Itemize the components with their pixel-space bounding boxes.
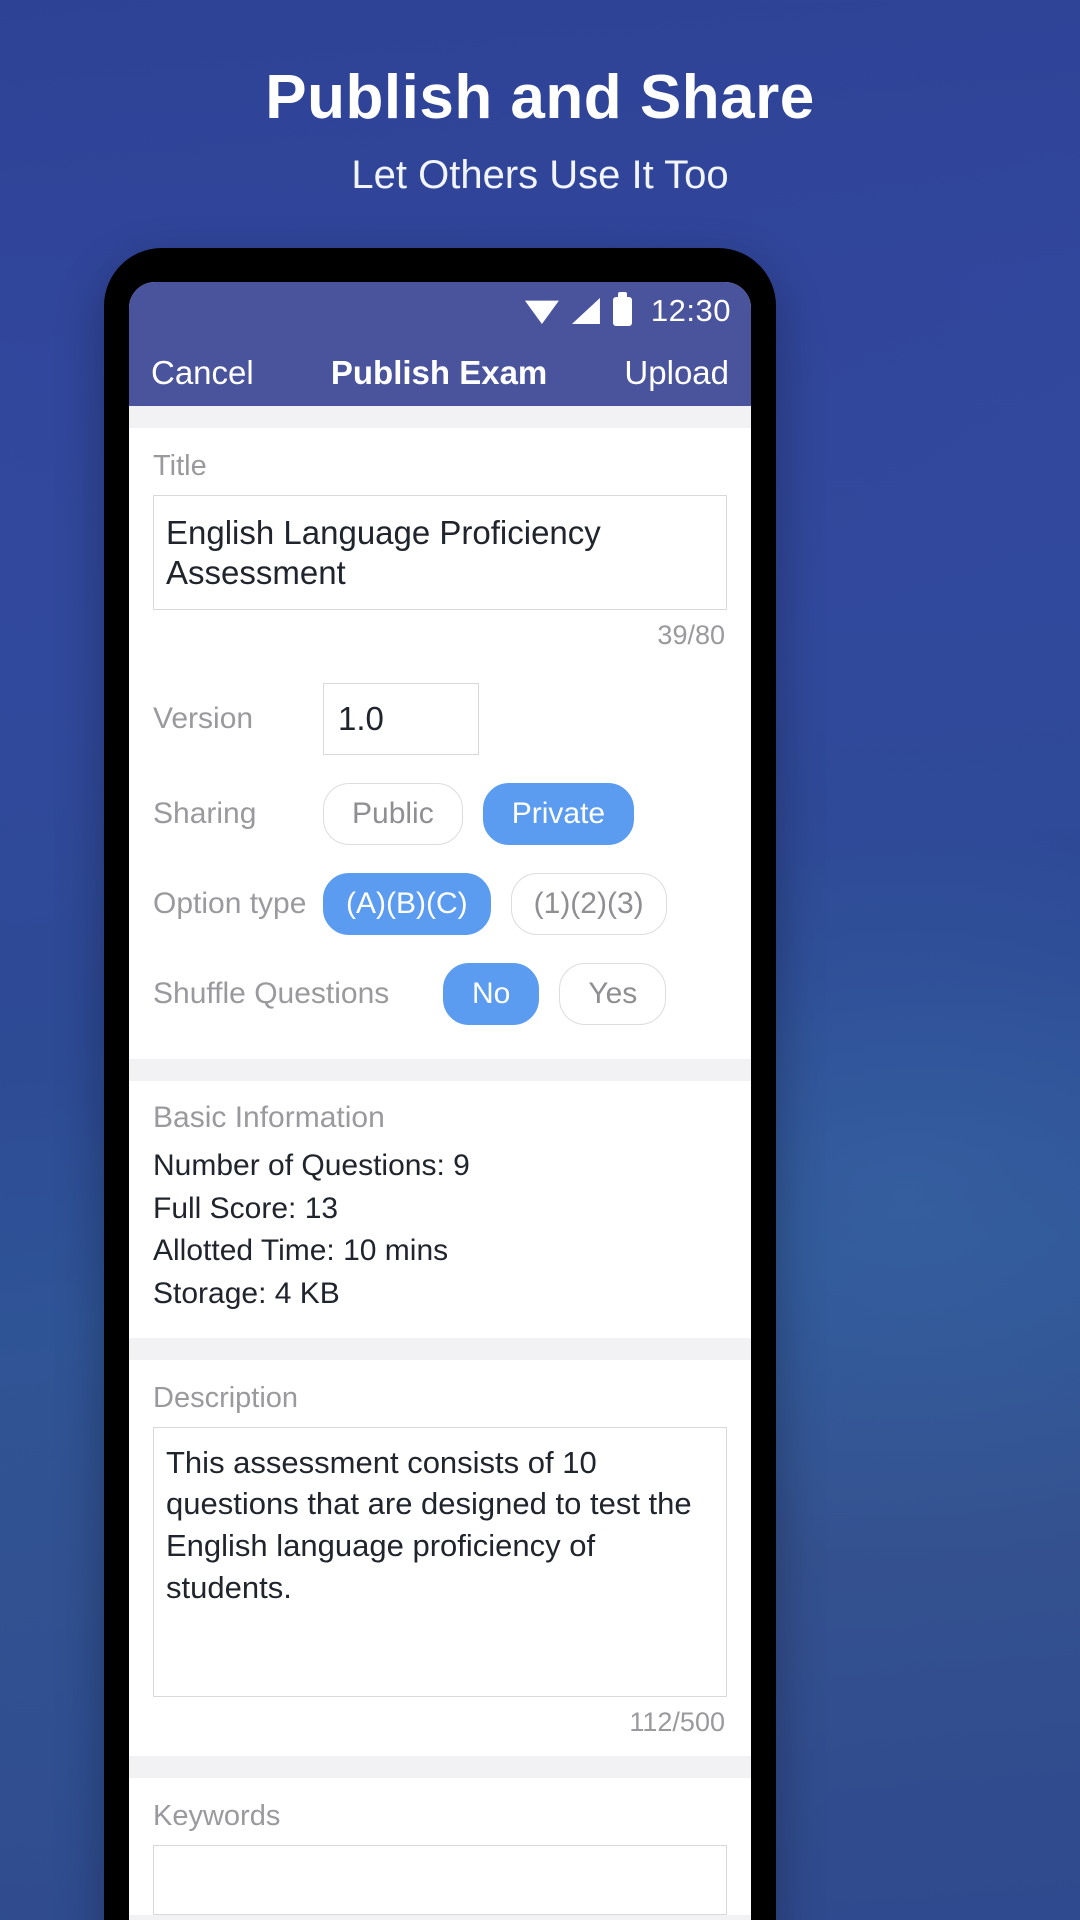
phone-screen: 12:30 Cancel Publish Exam Upload Title E… <box>129 282 751 1920</box>
signal-icon <box>571 298 600 324</box>
page-subtitle: Let Others Use It Too <box>351 153 729 197</box>
page-title: Publish and Share <box>265 63 815 132</box>
description-label: Description <box>153 1381 299 1414</box>
sharing-row: Sharing Public Private <box>153 769 727 859</box>
status-bar-clock: 12:30 <box>650 293 731 328</box>
app-bar: Cancel Publish Exam Upload <box>129 340 751 406</box>
shuffle-option-no[interactable]: No <box>443 963 540 1026</box>
title-section: Title English Language Proficiency Asses… <box>129 428 751 1060</box>
description-counter: 112/500 <box>629 1706 725 1737</box>
app-bar-title: Publish Exam <box>330 354 548 391</box>
description-input[interactable]: This assessment consists of 10 questions… <box>153 1426 727 1697</box>
section-divider <box>129 406 751 428</box>
form-scroll-area[interactable]: Title English Language Proficiency Asses… <box>129 406 751 1920</box>
sharing-option-private[interactable]: Private <box>482 783 635 846</box>
version-row: Version 1.0 <box>153 669 727 769</box>
option-type-label: Option type <box>153 887 307 921</box>
version-label: Version <box>153 702 254 736</box>
upload-button[interactable]: Upload <box>624 354 729 392</box>
shuffle-option-yes[interactable]: Yes <box>559 963 667 1026</box>
info-line-questions: Number of Questions: 9 <box>153 1149 470 1183</box>
section-divider <box>129 1755 751 1778</box>
title-input[interactable]: English Language Proficiency Assessment <box>153 495 727 611</box>
promo-header: Publish and Share Let Others Use It Too <box>0 0 1080 198</box>
shuffle-row: Shuffle Questions No Yes <box>153 949 727 1039</box>
title-label: Title <box>153 450 207 482</box>
section-divider <box>129 1337 751 1360</box>
title-counter: 39/80 <box>657 620 725 651</box>
keywords-section: Keywords <box>129 1777 751 1915</box>
phone-mockup: 12:30 Cancel Publish Exam Upload Title E… <box>104 248 776 1920</box>
keywords-label: Keywords <box>153 1799 281 1832</box>
description-section: Description This assessment consists of … <box>129 1359 751 1756</box>
shuffle-label: Shuffle Questions <box>153 977 390 1011</box>
sharing-label: Sharing <box>153 797 257 831</box>
section-divider <box>129 1059 751 1082</box>
version-input[interactable]: 1.0 <box>323 683 479 756</box>
basic-information-heading: Basic Information <box>153 1101 385 1135</box>
status-bar: 12:30 <box>129 282 751 340</box>
battery-icon <box>612 291 632 326</box>
info-line-allotted-time: Allotted Time: 10 mins <box>153 1234 449 1268</box>
wifi-icon <box>524 300 559 324</box>
sharing-option-public[interactable]: Public <box>323 783 463 846</box>
basic-information-section: Basic Information Number of Questions: 9… <box>129 1081 751 1338</box>
option-type-row: Option type (A)(B)(C) (1)(2)(3) <box>153 859 727 949</box>
option-type-numbers[interactable]: (1)(2)(3) <box>510 873 667 936</box>
keywords-input[interactable] <box>153 1844 727 1915</box>
cancel-button[interactable]: Cancel <box>151 354 254 392</box>
info-line-full-score: Full Score: 13 <box>153 1191 339 1225</box>
option-type-letters[interactable]: (A)(B)(C) <box>323 873 491 936</box>
info-line-storage: Storage: 4 KB <box>153 1276 340 1310</box>
